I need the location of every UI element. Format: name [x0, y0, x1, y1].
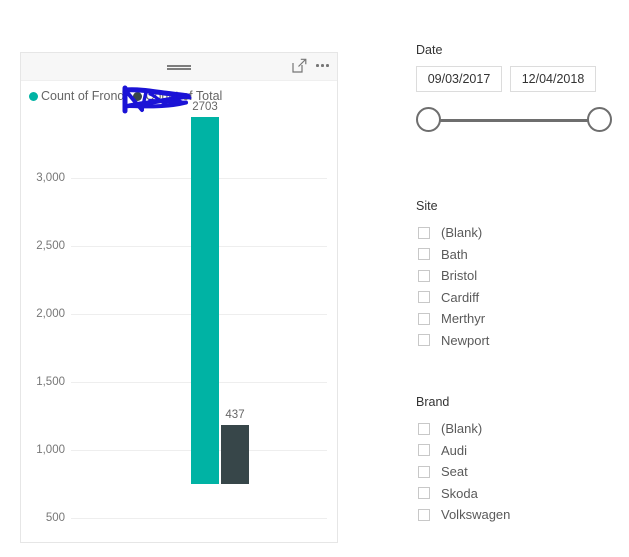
- checkbox-icon[interactable]: [418, 248, 430, 261]
- y-axis-tick: 2,000: [36, 308, 65, 320]
- slicer-item-label: Bath: [441, 246, 468, 262]
- bar-data-label: 437: [225, 409, 245, 421]
- checkbox-icon[interactable]: [418, 508, 430, 521]
- focus-mode-icon[interactable]: [292, 58, 307, 73]
- checkbox-icon[interactable]: [418, 334, 430, 347]
- visual-header-actions: [292, 58, 330, 73]
- visual-header: [21, 53, 337, 81]
- legend-marker-icon: [29, 91, 38, 101]
- brand-slicer-item-seat[interactable]: Seat: [416, 461, 629, 483]
- date-end-input[interactable]: 12/04/2018: [510, 66, 596, 92]
- legend-label: Count of Frond: [41, 89, 125, 103]
- site-slicer-item-cardiff[interactable]: Cardiff: [416, 287, 629, 309]
- site-slicer-item-bristol[interactable]: Bristol: [416, 265, 629, 287]
- slicer-item-label: Audi: [441, 442, 468, 458]
- checkbox-icon[interactable]: [418, 291, 430, 304]
- y-axis-tick: 2,500: [36, 240, 65, 252]
- legend-marker-icon: [133, 91, 143, 101]
- slicer-item-label: Cardiff: [441, 289, 480, 305]
- site-slicer-title: Site: [416, 199, 438, 213]
- site-slicer-item-blank[interactable]: (Blank): [416, 222, 629, 244]
- checkbox-icon[interactable]: [418, 444, 430, 457]
- bar-count-of-total[interactable]: 437: [221, 409, 249, 484]
- slicer-item-label: (Blank): [441, 421, 483, 437]
- brand-slicer-item-volkswagen[interactable]: Volkswagen: [416, 504, 629, 526]
- brand-slicer-item-skoda[interactable]: Skoda: [416, 483, 629, 505]
- brand-slicer-item-blank[interactable]: (Blank): [416, 418, 629, 440]
- date-slicer: Date 09/03/2017 12/04/2018: [416, 43, 629, 133]
- slicer-item-label: Bristol: [441, 268, 478, 284]
- checkbox-icon[interactable]: [418, 269, 430, 282]
- y-axis-tick: 1,000: [36, 444, 65, 456]
- brand-slicer-item-audi[interactable]: Audi: [416, 440, 629, 462]
- y-axis-tick: 1,500: [36, 376, 65, 388]
- brand-slicer: Brand (Blank) Audi Seat Skoda Volkswagen: [416, 395, 629, 526]
- slider-track: [429, 119, 599, 122]
- site-slicer-item-bath[interactable]: Bath: [416, 244, 629, 266]
- slicer-item-label: Newport: [441, 332, 490, 348]
- bar-data-label: 2703: [192, 101, 218, 113]
- bar-count-of-frond[interactable]: 2703: [191, 101, 219, 484]
- date-slicer-title: Date: [416, 43, 443, 57]
- checkbox-icon[interactable]: [418, 487, 430, 500]
- site-slicer-item-newport[interactable]: Newport: [416, 330, 629, 352]
- date-range-slider[interactable]: [416, 107, 612, 133]
- slider-handle-start-icon[interactable]: [416, 107, 441, 132]
- checkbox-icon[interactable]: [418, 465, 430, 478]
- plot-area: 3,000 2,500 2,000 1,500 1,000 500 0 2703: [21, 101, 337, 544]
- report-canvas: Count of Frond Count of Total 3,000 2,50…: [0, 0, 629, 557]
- slicer-item-label: (Blank): [441, 225, 483, 241]
- more-options-ellipsis-icon[interactable]: [315, 58, 330, 73]
- slicer-panel: Date 09/03/2017 12/04/2018 Site (Blank) …: [416, 0, 629, 557]
- legend-item-count-of-frond[interactable]: Count of Frond: [29, 89, 124, 103]
- checkbox-icon[interactable]: [418, 226, 430, 239]
- y-axis-tick: 3,000: [36, 172, 65, 184]
- date-start-input[interactable]: 09/03/2017: [416, 66, 502, 92]
- brand-slicer-title: Brand: [416, 395, 450, 409]
- slicer-item-label: Seat: [441, 464, 468, 480]
- slider-handle-end-icon[interactable]: [587, 107, 612, 132]
- date-range-inputs: 09/03/2017 12/04/2018: [416, 66, 629, 92]
- slicer-item-label: Merthyr: [441, 311, 486, 327]
- site-slicer-item-merthyr[interactable]: Merthyr: [416, 308, 629, 330]
- y-axis-tick: 500: [45, 512, 65, 524]
- drag-handle-icon[interactable]: [167, 65, 191, 70]
- slicer-item-label: Volkswagen: [441, 507, 511, 523]
- site-slicer: Site (Blank) Bath Bristol Cardiff Merthy…: [416, 199, 629, 351]
- checkbox-icon[interactable]: [418, 312, 430, 325]
- y-axis: 3,000 2,500 2,000 1,500 1,000 500 0: [21, 113, 71, 544]
- checkbox-icon[interactable]: [418, 422, 430, 435]
- bars-group: 2703 437: [71, 101, 327, 544]
- bar-chart-visual-card[interactable]: Count of Frond Count of Total 3,000 2,50…: [20, 52, 338, 543]
- slicer-item-label: Skoda: [441, 485, 478, 501]
